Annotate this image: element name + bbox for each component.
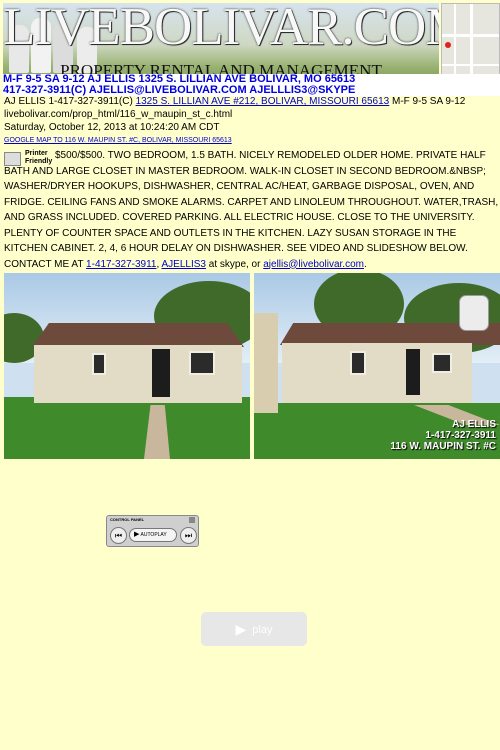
device-overlay-icon[interactable] <box>459 295 489 331</box>
autoplay-button[interactable]: ▶ AUTOPLAY <box>129 528 177 542</box>
next-icon[interactable]: ⏭ <box>180 527 197 544</box>
photo-caption-address: 116 W. MAUPIN ST. #C <box>390 441 496 452</box>
google-map-link[interactable]: GOOGLE MAP TO 116 W. MAUPIN ST. #C, BOLI… <box>4 137 232 144</box>
banner-contact-bar: M-F 9-5 SA 9-12 AJ ELLIS 1325 S. LILLIAN… <box>3 74 500 96</box>
office-hours: M-F 9-5 SA 9-12 <box>389 96 466 107</box>
previous-icon[interactable]: ⏮ <box>110 527 127 544</box>
page-url: livebolivar.com/prop_html/116_w_maupin_s… <box>4 109 233 120</box>
photo-caption-phone: 1-417-327-3911 <box>425 430 496 441</box>
contact-line: AJ ELLIS 1-417-327-3911(C) 1325 S. LILLI… <box>4 96 465 107</box>
photo-caption-name: AJ ELLIS <box>452 419 496 430</box>
email-link[interactable]: ajellis@livebolivar.com <box>263 259 364 270</box>
house-photo-front <box>4 273 250 459</box>
listing-description: $500/$500. TWO BEDROOM, 1.5 BATH. NICELY… <box>4 150 499 270</box>
skype-link[interactable]: AJELLIS3 <box>162 259 206 270</box>
page-datetime: Saturday, October 12, 2013 at 10:24:20 A… <box>4 122 220 133</box>
map-pin-icon <box>445 42 451 48</box>
google-map-link-line: GOOGLE MAP TO 116 W. MAUPIN ST. #C, BOLI… <box>4 137 232 144</box>
photo-caption: AJ ELLIS 1-417-327-3911 116 W. MAUPIN ST… <box>390 419 496 452</box>
banner-contacts: 417-327-3911(C) AJELLIS@LIVEBOLIVAR.COM … <box>3 84 356 96</box>
banner-title: LIVEBOLIVAR.COM <box>3 3 439 56</box>
listing-text: $500/$500. TWO BEDROOM, 1.5 BATH. NICELY… <box>4 150 499 270</box>
slideshow-control-panel: CONTROL PANEL ⏮ ▶ AUTOPLAY ⏭ <box>106 515 199 547</box>
video-play-button[interactable]: ▶ play <box>201 612 307 646</box>
contact-prefix: AJ ELLIS 1-417-327-3911(C) <box>4 96 136 107</box>
play-icon: ▶ <box>134 531 140 538</box>
office-address-link[interactable]: 1325 S. LILLIAN AVE #212, BOLIVAR, MISSO… <box>136 96 390 107</box>
control-panel-title: CONTROL PANEL <box>110 517 145 522</box>
phone-link[interactable]: 1-417-327-3911 <box>86 259 156 270</box>
close-icon[interactable] <box>189 517 195 523</box>
video-play-icon: ▶ <box>235 621 247 637</box>
